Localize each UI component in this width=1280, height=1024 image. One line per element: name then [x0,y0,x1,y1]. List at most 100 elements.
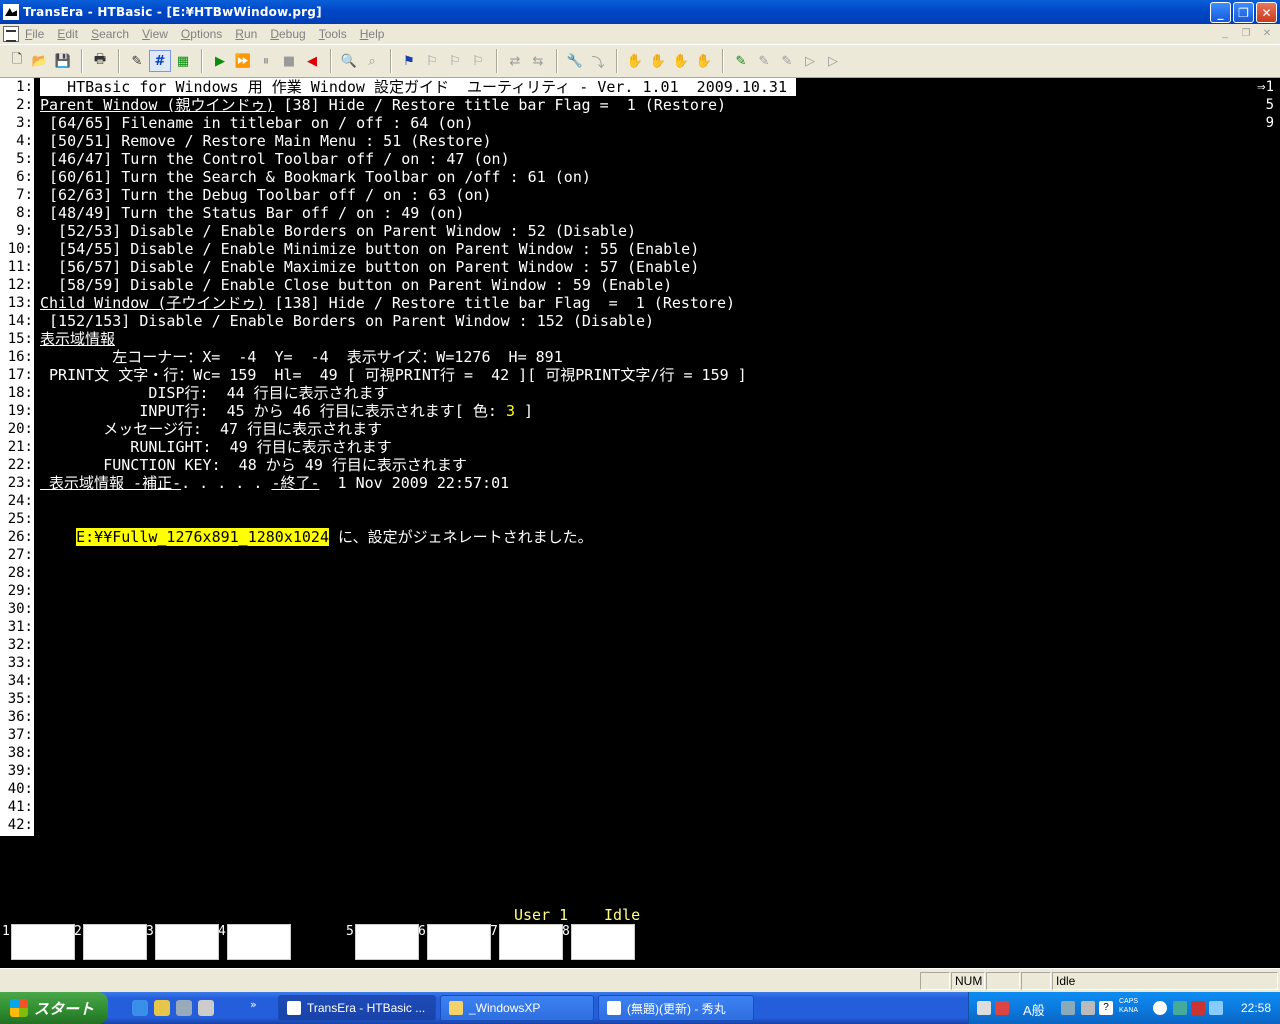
ime-icon[interactable] [1061,1001,1075,1015]
restore-button[interactable]: ❐ [1233,2,1254,23]
line-number: 21: [0,438,34,456]
replace-all-icon[interactable]: ⇆ [527,50,549,72]
right-mark: ⇒1 [1257,79,1274,95]
menu-file[interactable]: File [25,27,44,41]
trace-icon[interactable]: ✎ [730,50,752,72]
menu-search[interactable]: Search [91,27,129,41]
output-line: 19: INPUT行: 45 から 46 行目に表示されます[ 色: 3 ] [0,402,1270,420]
network-icon[interactable] [1173,1001,1187,1015]
replace-icon[interactable]: ⇄ [504,50,526,72]
trace5-icon[interactable]: ▷ [822,50,844,72]
menu-tools[interactable]: Tools [319,27,347,41]
debug-icon[interactable]: ▦ [172,50,194,72]
reset-icon[interactable]: ◀ [301,50,323,72]
menu-view[interactable]: View [142,27,168,41]
new-icon[interactable]: 🗋 [6,50,28,72]
line-number: 23: [0,474,34,492]
trace3-icon[interactable]: ✎ [776,50,798,72]
help-icon[interactable]: ? [1099,1001,1113,1015]
pause-icon[interactable]: ⏸ [255,50,277,72]
app-icon[interactable] [3,4,19,20]
find-next-icon[interactable]: ⌕ [361,50,383,72]
task-windowsxp[interactable]: _WindowsXP [440,995,594,1021]
edit-icon[interactable]: ✎ [126,50,148,72]
bookmark-icon[interactable]: ⚑ [398,50,420,72]
breakpoint-icon[interactable]: ✋ [647,50,669,72]
minimize-button[interactable]: _ [1210,2,1231,23]
line-number: 24: [0,492,34,510]
find-icon[interactable]: 🔍 [338,50,360,72]
security-icon[interactable] [1191,1001,1205,1015]
output-line: 6: [60/61] Turn the Search & Bookmark To… [0,168,1270,186]
title-bar[interactable]: TransEra - HTBasic - [E:¥HTBwWindow.prg]… [0,0,1280,24]
line-segment: [56/57] Disable / Enable Maximize button… [40,258,700,276]
line-number: 10: [0,240,34,258]
run-icon[interactable]: ▶ [209,50,231,72]
mdi-restore-icon[interactable]: ❐ [1237,26,1255,41]
mdi-minimize-icon[interactable]: _ [1216,26,1234,41]
task-hidemaru[interactable]: (無題)(更新) - 秀丸 [598,995,754,1021]
output-line: 21: RUNLIGHT: 49 行目に表示されます [0,438,1270,456]
menu-edit[interactable]: Edit [57,27,78,41]
crt-display[interactable]: 1: HTBasic for Windows 用 作業 Window 設定ガイド… [0,78,1280,968]
menu-bar: File Edit Search View Options Run Debug … [0,24,1280,44]
menu-run[interactable]: Run [235,27,257,41]
menu-debug[interactable]: Debug [270,27,305,41]
document-icon[interactable] [3,26,19,42]
line-segment: [60/61] Turn the Search & Bookmark Toolb… [40,168,591,186]
settings-icon[interactable]: 🔧 [564,50,586,72]
section-heading: Parent Window (親ウインドゥ) [40,96,275,114]
line-segment: [50/51] Remove / Restore Main Menu : 51 … [40,132,492,150]
tray-expand-icon[interactable] [1153,1001,1167,1015]
output-line: 32: [0,636,1270,654]
open-icon[interactable]: 📂 [29,50,51,72]
color-value: 3 [505,402,515,420]
quicklaunch-icon[interactable] [176,1000,192,1016]
task-label: TransEra - HTBasic ... [307,1001,426,1015]
chevron-icon[interactable]: » [250,998,257,1011]
toolbar: 🗋 📂 💾 🖶 ✎ # ▦ ▶ ⏩ ⏸ ■ ◀ 🔍 ⌕ ⚑ ⚐ ⚐ ⚐ ⇄ ⇆ … [0,44,1280,78]
bookmark-prev-icon[interactable]: ⚐ [444,50,466,72]
ime-mode[interactable]: A般 [1023,1000,1045,1019]
quicklaunch-icon[interactable] [198,1000,214,1016]
line-segment: INPUT行: 45 から 46 行目に表示されます[ 色: [40,402,506,420]
step-icon[interactable]: ⤵ [587,50,609,72]
bookmark-clear-icon[interactable]: ⚐ [467,50,489,72]
task-htbasic[interactable]: TransEra - HTBasic ... [278,995,436,1021]
stop-icon[interactable]: ■ [278,50,300,72]
output-line: 12: [58/59] Disable / Enable Close butto… [0,276,1270,294]
hand-icon[interactable]: ✋ [624,50,646,72]
explorer-icon[interactable] [154,1000,170,1016]
close-button[interactable]: ✕ [1256,2,1277,23]
hash-icon[interactable]: # [149,50,171,72]
display-icon[interactable] [1209,1001,1223,1015]
output-line: 15: 表示域情報 [0,330,1270,348]
kana-label: KANA [1119,1007,1139,1014]
softkey-number: 5 [346,924,354,939]
line-text: Parent Window (親ウインドゥ) [38] Hide / Resto… [40,96,726,114]
output-line: 31: [0,618,1270,636]
menu-help[interactable]: Help [360,27,385,41]
save-icon[interactable]: 💾 [52,50,74,72]
output-line: 26: E:¥¥Fullw_1276x891_1280x1024 に、設定がジェ… [0,528,1270,546]
trace2-icon[interactable]: ✎ [753,50,775,72]
ime-tool-icon[interactable] [995,1001,1009,1015]
keyboard-icon[interactable] [977,1001,991,1015]
continue-icon[interactable]: ⏩ [232,50,254,72]
print-icon[interactable]: 🖶 [89,50,111,72]
bookmark-next-icon[interactable]: ⚐ [421,50,443,72]
menu-options[interactable]: Options [181,27,222,41]
ime-icon[interactable] [1081,1001,1095,1015]
line-number: 13: [0,294,34,312]
line-number: 22: [0,456,34,474]
mdi-close-icon[interactable]: ✕ [1258,26,1276,41]
output-line: 23: 表示域情報 -補正-. . . . . -終了- 1 Nov 2009 … [0,474,1270,492]
status-pane-empty [920,972,950,990]
ie-icon[interactable] [132,1000,148,1016]
line-number: 11: [0,258,34,276]
trace4-icon[interactable]: ▷ [799,50,821,72]
start-button[interactable]: スタート [0,992,108,1024]
stack-icon[interactable]: ✋ [693,50,715,72]
line-number: 39: [0,762,34,780]
watch-icon[interactable]: ✋ [670,50,692,72]
